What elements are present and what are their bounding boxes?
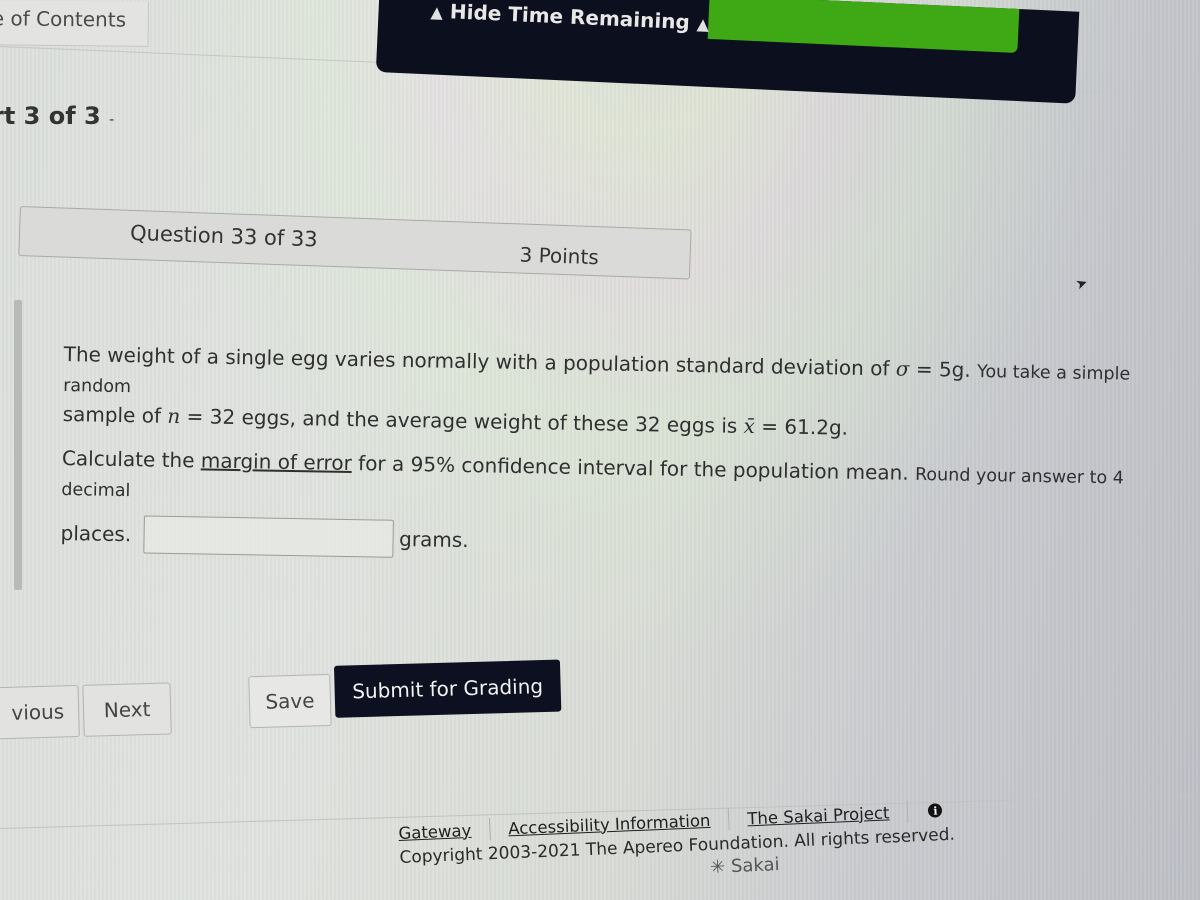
timer-panel: ▲ Hide Time Remaining ▲	[375, 0, 1080, 104]
hide-time-remaining-label: Hide Time Remaining	[449, 0, 691, 35]
answer-input[interactable]	[142, 515, 394, 558]
question-prompt: Calculate the margin of error for a 95% …	[61, 445, 1125, 502]
answer-unit: grams.	[398, 526, 469, 553]
triangle-up-icon: ▲	[696, 14, 710, 34]
footer-separator	[906, 800, 909, 823]
part-heading: rt 3 of 3 -	[0, 102, 114, 130]
info-icon[interactable]: i	[928, 803, 943, 818]
part-heading-label: rt 3 of 3	[0, 102, 101, 130]
margin-of-error-link[interactable]: margin of error	[201, 448, 352, 475]
triangle-up-icon: ▲	[430, 2, 444, 22]
question-body: The weight of a single egg varies normal…	[60, 340, 1200, 572]
submit-for-grading-button[interactable]: Submit for Grading	[333, 659, 562, 718]
navigation-buttons: vious Next Save Submit for Grading	[0, 655, 592, 742]
footer-link-sakai-project[interactable]: The Sakai Project	[747, 803, 890, 828]
question-header: Question 33 of 33 3 Points	[18, 206, 692, 280]
xbar-symbol: x̄	[743, 413, 756, 439]
footer-separator	[727, 808, 730, 831]
question-left-border	[14, 300, 22, 590]
prompt-end: places.	[60, 520, 132, 547]
question-number: Question 33 of 33	[129, 220, 319, 252]
previous-button[interactable]: vious	[0, 684, 80, 740]
footer: Gateway Accessibility Information The Sa…	[398, 799, 960, 891]
table-of-contents-tab[interactable]: e of Contents	[0, 0, 149, 47]
hide-time-remaining-toggle[interactable]: ▲ Hide Time Remaining ▲	[430, 0, 709, 35]
next-button[interactable]: Next	[82, 682, 172, 737]
n-symbol: n	[167, 403, 181, 429]
save-button[interactable]: Save	[248, 673, 332, 729]
time-remaining-bar	[707, 0, 1020, 53]
footer-link-gateway[interactable]: Gateway	[398, 820, 472, 842]
table-of-contents-label: e of Contents	[0, 6, 127, 32]
answer-row: places. grams.	[60, 514, 1200, 572]
footer-link-accessibility[interactable]: Accessibility Information	[508, 810, 711, 837]
footer-separator	[488, 818, 491, 841]
sigma-symbol: σ	[895, 356, 910, 381]
part-heading-suffix: -	[109, 112, 115, 128]
question-stem: The weight of a single egg varies normal…	[62, 341, 1131, 440]
question-points: 3 Points	[519, 242, 600, 270]
mouse-cursor-icon: ➤	[1073, 274, 1091, 294]
